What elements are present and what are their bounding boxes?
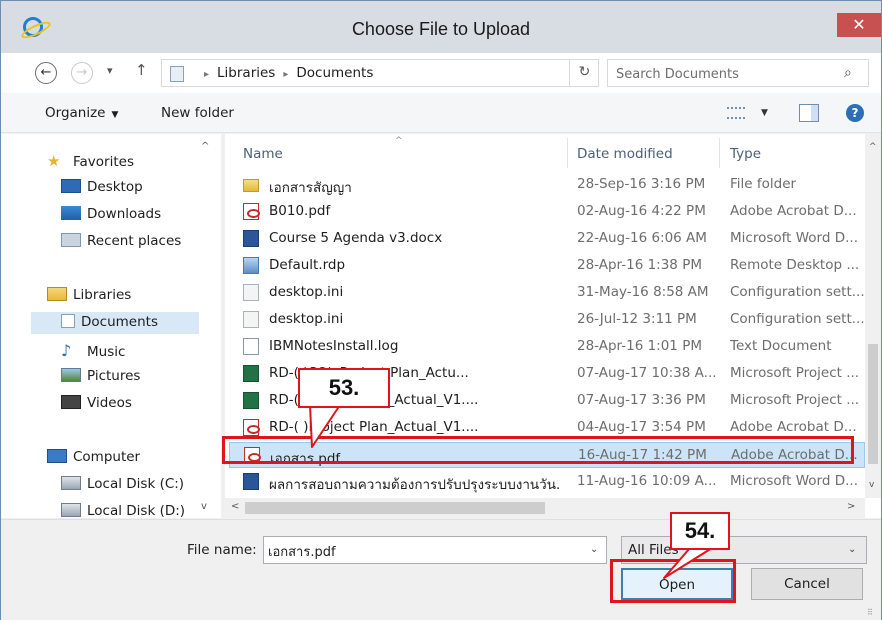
callout-step-54: 54.	[670, 512, 730, 550]
callout-tails	[309, 404, 713, 579]
callout-step-53: 53.	[298, 368, 390, 408]
